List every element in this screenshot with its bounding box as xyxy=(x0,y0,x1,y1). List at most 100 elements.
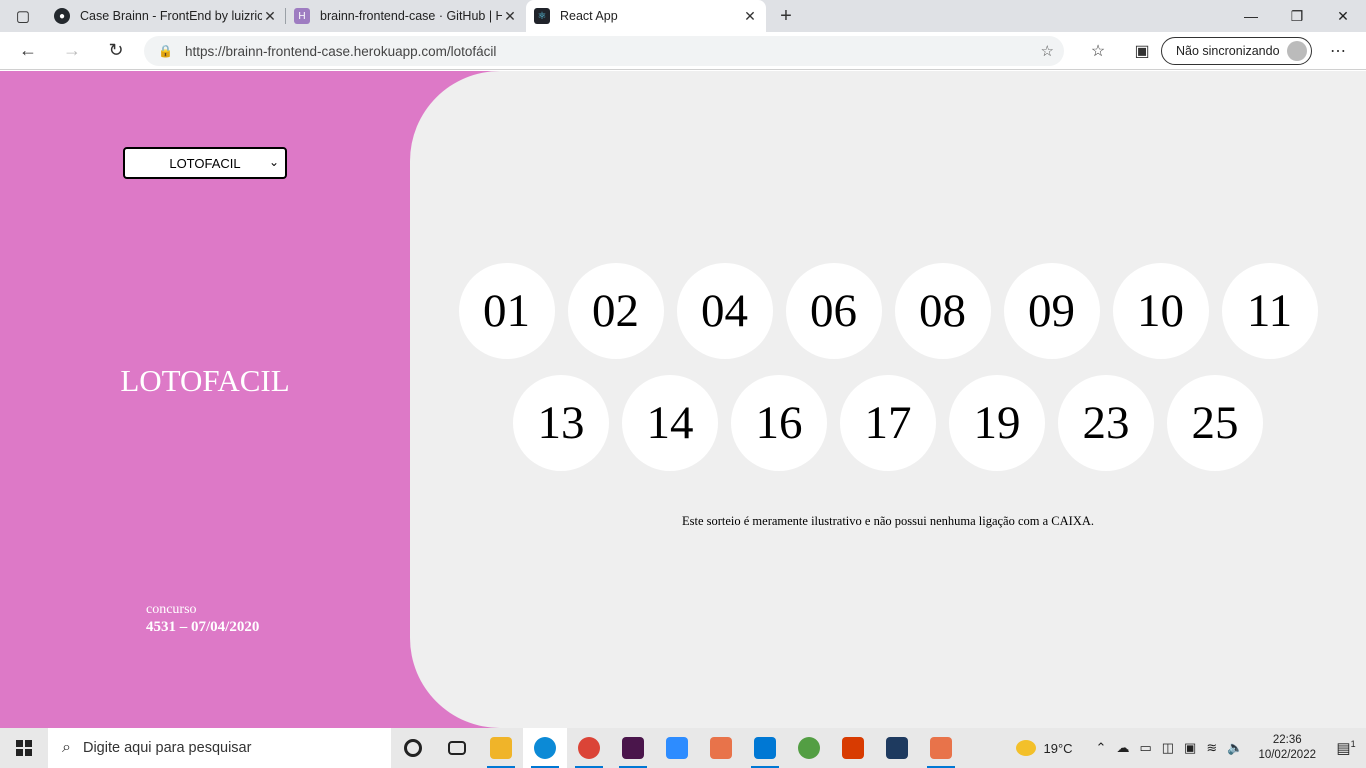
chevron-up-icon[interactable]: ⌃ xyxy=(1096,740,1107,756)
task-view-icon xyxy=(448,741,466,755)
close-icon[interactable]: ✕ xyxy=(742,8,758,25)
taskbar-app-git[interactable] xyxy=(919,728,963,768)
taskbar-app-slack[interactable] xyxy=(611,728,655,768)
contest-label: concurso xyxy=(146,602,197,617)
close-icon[interactable]: ✕ xyxy=(262,8,278,25)
taskbar-app-office[interactable] xyxy=(831,728,875,768)
refresh-icon[interactable]: ↻ xyxy=(94,32,138,70)
forward-icon[interactable]: → xyxy=(50,32,94,70)
number-ball: 25 xyxy=(1167,375,1263,471)
taskbar-app-zoom[interactable] xyxy=(655,728,699,768)
back-icon[interactable]: ← xyxy=(6,32,50,70)
lottery-select[interactable]: LOTOFACIL ⌄ xyxy=(123,147,287,179)
browser-toolbar: ← → ↻ 🔒 https://brainn-frontend-case.her… xyxy=(0,32,1366,70)
start-button[interactable] xyxy=(0,728,48,768)
app-page: LOTOFACIL ⌄ LOTOFACIL concurso 4531 – 07… xyxy=(0,71,1366,728)
contest-info: concurso 4531 – 07/04/2020 xyxy=(146,602,259,636)
tab-title: React App xyxy=(560,9,618,23)
minimize-icon[interactable]: — xyxy=(1228,0,1274,32)
taskbar-app-task-view[interactable] xyxy=(435,728,479,768)
volume-icon[interactable]: 🔈 xyxy=(1227,740,1243,756)
number-ball: 06 xyxy=(785,263,882,359)
number-ball: 14 xyxy=(622,375,718,471)
chrome-icon xyxy=(578,737,600,759)
tab-actions-icon[interactable]: ▢ xyxy=(0,0,46,32)
number-ball: 10 xyxy=(1112,263,1209,359)
disclaimer: Este sorteio é meramente ilustrativo e n… xyxy=(681,514,1095,528)
number-ball: 13 xyxy=(513,375,609,471)
taskbar-app-sql-server[interactable] xyxy=(875,728,919,768)
file-explorer-icon xyxy=(490,737,512,759)
favorites-icon[interactable]: ☆ xyxy=(1076,41,1120,61)
onedrive-icon[interactable]: ☁ xyxy=(1116,740,1129,756)
number-ball: 01 xyxy=(458,263,555,359)
number-ball: 09 xyxy=(1003,263,1100,359)
weather-icon xyxy=(1015,740,1036,756)
windows-icon xyxy=(16,740,32,756)
taskbar-app-chrome[interactable] xyxy=(567,728,611,768)
tab-react-app[interactable]: ⚛ React App ✕ xyxy=(526,0,766,32)
wifi-icon[interactable]: ≋ xyxy=(1206,740,1217,756)
camera-icon[interactable]: ◫ xyxy=(1162,740,1174,756)
profile-button[interactable]: Não sincronizando xyxy=(1161,37,1312,65)
cortana-icon xyxy=(404,739,422,757)
number-ball: 08 xyxy=(894,263,991,359)
number-ball: 23 xyxy=(1058,375,1154,471)
chevron-down-icon: ⌄ xyxy=(268,155,279,169)
close-window-icon[interactable]: ✕ xyxy=(1320,0,1366,32)
taskbar-app-vscode[interactable] xyxy=(743,728,787,768)
taskbar-search[interactable]: ⌕ Digite aqui para pesquisar xyxy=(48,728,391,768)
sync-label: Não sincronizando xyxy=(1176,44,1280,58)
number-ball: 02 xyxy=(567,263,664,359)
clock[interactable]: 22:36 10/02/2022 xyxy=(1258,733,1316,763)
vscode-icon xyxy=(754,737,776,759)
system-tray: 19°C ⌃ ☁ ▭ ◫ ▣ ≋ 🔈 22:36 10/02/2022 ▤1 xyxy=(1015,728,1366,768)
tab-case-brainn[interactable]: ● Case Brainn - FrontEnd by luizric ✕ xyxy=(46,0,286,32)
collections-icon[interactable]: ▣ xyxy=(1120,41,1164,61)
slack-icon xyxy=(622,737,644,759)
battery-icon[interactable]: ▭ xyxy=(1139,740,1151,756)
github-icon: ● xyxy=(54,8,70,24)
search-placeholder: Digite aqui para pesquisar xyxy=(82,740,252,756)
search-icon: ⌕ xyxy=(62,739,71,756)
taskbar-app-edge[interactable] xyxy=(523,728,567,768)
notification-count: 1 xyxy=(1350,739,1356,749)
office-icon xyxy=(842,737,864,759)
notification-icon[interactable]: ▤1 xyxy=(1326,739,1366,757)
nodejs-icon xyxy=(798,737,820,759)
lock-icon[interactable]: 🔒 xyxy=(158,44,173,58)
more-icon[interactable]: ⋯ xyxy=(1322,32,1354,70)
taskbar-app-cortana[interactable] xyxy=(391,728,435,768)
react-icon: ⚛ xyxy=(534,8,550,24)
display-icon[interactable]: ▣ xyxy=(1184,740,1196,756)
weather-widget[interactable]: 19°C xyxy=(1015,740,1073,756)
temperature: 19°C xyxy=(1043,740,1073,756)
heroku-icon: H xyxy=(294,8,310,24)
number-balls: 01 02 04 06 08 09 10 11 13 14 16 17 19 23 25 xyxy=(450,263,1326,471)
git-icon xyxy=(930,737,952,759)
tab-title: brainn-frontend-case · GitHub | H xyxy=(320,9,502,23)
number-ball: 04 xyxy=(676,263,773,359)
address-bar[interactable]: 🔒 https://brainn-frontend-case.herokuapp… xyxy=(144,36,1064,66)
number-ball: 11 xyxy=(1221,263,1318,359)
taskbar-app-file-explorer[interactable] xyxy=(479,728,523,768)
close-icon[interactable]: ✕ xyxy=(502,8,518,25)
tab-github-repo[interactable]: H brainn-frontend-case · GitHub | H ✕ xyxy=(286,0,526,32)
taskbar-app-gitkraken[interactable] xyxy=(699,728,743,768)
lottery-select-value: LOTOFACIL xyxy=(169,155,241,171)
tab-bar: ▢ ● Case Brainn - FrontEnd by luizric ✕ … xyxy=(0,0,1366,32)
taskbar-app-nodejs[interactable] xyxy=(787,728,831,768)
results-panel: 01 02 04 06 08 09 10 11 13 14 16 17 19 23 25 Este sort… xyxy=(410,71,1366,728)
clock-date: 10/02/2022 xyxy=(1258,749,1316,761)
lottery-name: LOTOFACIL xyxy=(120,363,290,398)
new-tab-button[interactable]: + xyxy=(770,5,802,28)
number-ball: 16 xyxy=(731,375,827,471)
contest-value: 4531 – 07/04/2020 xyxy=(146,619,260,635)
avatar xyxy=(1287,41,1307,61)
add-favorite-icon[interactable]: ☆ xyxy=(1041,42,1054,60)
restore-icon[interactable]: ❐ xyxy=(1274,0,1320,32)
gitkraken-icon xyxy=(710,737,732,759)
sql-server-icon xyxy=(886,737,908,759)
taskbar-apps xyxy=(391,728,963,768)
edge-icon xyxy=(534,737,556,759)
